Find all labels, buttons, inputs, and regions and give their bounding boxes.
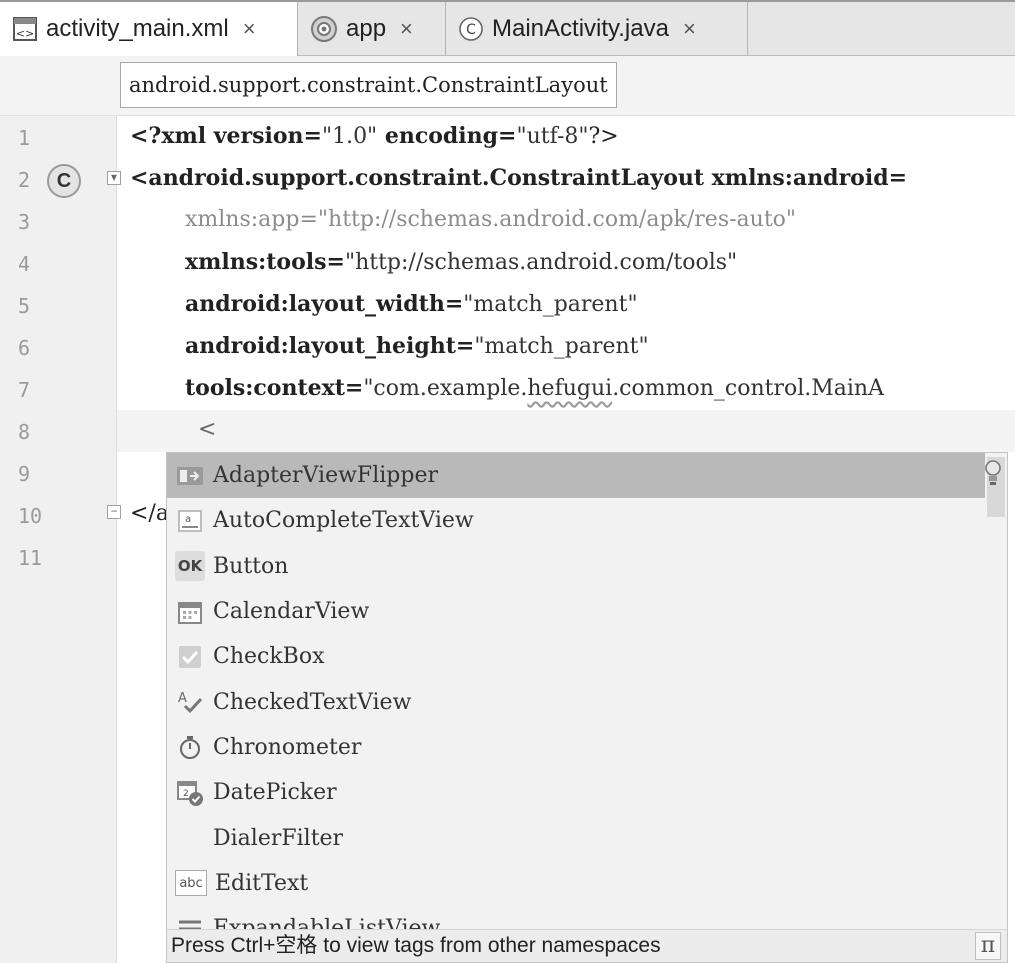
- editor-tab-bar: <> activity_main.xml × app × C MainActiv…: [0, 0, 1015, 56]
- tab-app[interactable]: app ×: [298, 2, 446, 56]
- completion-item-checkedtextview[interactable]: A CheckedTextView: [167, 679, 985, 724]
- code-line-1[interactable]: <?xml version="1.0" encoding="utf-8"?>: [130, 116, 619, 156]
- code-line-7[interactable]: tools:context="com.example.hefugui.commo…: [185, 368, 884, 408]
- completion-item-edittext[interactable]: abc EditText: [167, 861, 985, 906]
- completion-item-datepicker[interactable]: 2 DatePicker: [167, 770, 985, 815]
- completion-label: CheckBox: [213, 644, 325, 670]
- completion-label: EditText: [215, 870, 309, 896]
- completion-item-chronometer[interactable]: Chronometer: [167, 725, 985, 770]
- completion-item-calendarview[interactable]: CalendarView: [167, 589, 985, 634]
- completion-item-checkbox[interactable]: CheckBox: [167, 634, 985, 679]
- code-line-4[interactable]: xmlns:tools="http://schemas.android.com/…: [185, 242, 737, 282]
- code-line-6[interactable]: android:layout_height="match_parent": [185, 326, 649, 366]
- code-line-8[interactable]: <: [198, 410, 216, 450]
- completion-label: DatePicker: [213, 780, 337, 806]
- lightbulb-icon[interactable]: [985, 459, 1001, 494]
- completion-label: AutoCompleteTextView: [213, 508, 474, 534]
- completion-label: Chronometer: [213, 734, 362, 760]
- completion-hint: Press Ctrl+空格 to view tags from other na…: [167, 929, 1007, 962]
- line-number: 6: [18, 336, 31, 360]
- completion-label: CheckedTextView: [213, 689, 412, 715]
- tab-label: app: [346, 15, 387, 42]
- svg-text:<>: <>: [16, 27, 34, 40]
- line-number: 2: [18, 168, 31, 192]
- completion-item-dialerfilter[interactable]: DialerFilter: [167, 815, 985, 860]
- button-ok-icon: OK: [175, 551, 205, 582]
- line-number: 10: [18, 504, 43, 528]
- code-line-3[interactable]: xmlns:app="http://schemas.android.com/ap…: [185, 200, 796, 240]
- code-completion-popup: AdapterViewFlipper a AutoCompleteTextVie…: [166, 452, 1008, 963]
- code-line-2[interactable]: <android.support.constraint.ConstraintLa…: [130, 158, 907, 198]
- completion-label: CalendarView: [213, 599, 370, 625]
- editor-gutter: [0, 116, 117, 963]
- line-number: 8: [18, 420, 31, 444]
- svg-text:a: a: [185, 514, 191, 525]
- svg-text:C: C: [466, 22, 476, 38]
- autocomplete-icon: a: [175, 506, 205, 536]
- calendar-icon: [175, 597, 205, 627]
- completion-item-expandablelistview[interactable]: ExpandableListView: [167, 906, 985, 931]
- tab-label: activity_main.xml: [46, 15, 229, 42]
- completion-item-button[interactable]: OK Button: [167, 544, 985, 589]
- line-number: 5: [18, 294, 31, 318]
- line-number: 11: [18, 546, 43, 570]
- edittext-icon: abc: [175, 870, 207, 897]
- close-icon[interactable]: ×: [683, 16, 696, 42]
- checkbox-icon: [175, 642, 205, 672]
- svg-text:A: A: [178, 691, 187, 706]
- line-number: 9: [18, 462, 31, 486]
- completion-item-autocompletetextview[interactable]: a AutoCompleteTextView: [167, 498, 985, 543]
- current-line-highlight: [117, 410, 1015, 452]
- completion-label: AdapterViewFlipper: [213, 463, 438, 489]
- completion-scrollbar[interactable]: [985, 453, 1007, 931]
- line-number: 7: [18, 378, 31, 402]
- completion-list: AdapterViewFlipper a AutoCompleteTextVie…: [167, 453, 985, 931]
- adapterviewflipper-icon: [175, 461, 205, 491]
- class-gutter-icon[interactable]: C: [47, 164, 81, 198]
- breadcrumb[interactable]: android.support.constraint.ConstraintLay…: [120, 62, 617, 108]
- datepicker-icon: 2: [175, 778, 205, 808]
- tab-label: MainActivity.java: [492, 15, 669, 42]
- close-icon[interactable]: ×: [243, 16, 256, 42]
- code-line-10[interactable]: </a: [130, 494, 169, 534]
- close-icon[interactable]: ×: [400, 16, 413, 42]
- tab-mainactivity-java[interactable]: C MainActivity.java ×: [446, 2, 748, 56]
- completion-label: DialerFilter: [213, 825, 344, 851]
- completion-item-adapterviewflipper[interactable]: AdapterViewFlipper: [167, 453, 985, 499]
- line-number: 3: [18, 210, 31, 234]
- line-number: 4: [18, 252, 31, 276]
- fold-toggle-icon[interactable]: ▾: [107, 171, 121, 185]
- fold-toggle-icon[interactable]: −: [107, 505, 121, 519]
- code-line-5[interactable]: android:layout_width="match_parent": [185, 284, 638, 324]
- line-number: 1: [18, 126, 31, 150]
- svg-text:2: 2: [183, 789, 189, 799]
- stopwatch-icon: [175, 732, 205, 762]
- breadcrumb-bar: android.support.constraint.ConstraintLay…: [0, 56, 1015, 116]
- pi-icon[interactable]: π: [975, 932, 1001, 960]
- android-module-icon: [310, 15, 338, 43]
- tab-activity-main-xml[interactable]: <> activity_main.xml ×: [0, 2, 298, 56]
- xml-file-icon: <>: [12, 16, 38, 42]
- completion-label: Button: [213, 553, 289, 579]
- checked-text-icon: A: [175, 687, 205, 717]
- java-class-icon: C: [458, 16, 484, 42]
